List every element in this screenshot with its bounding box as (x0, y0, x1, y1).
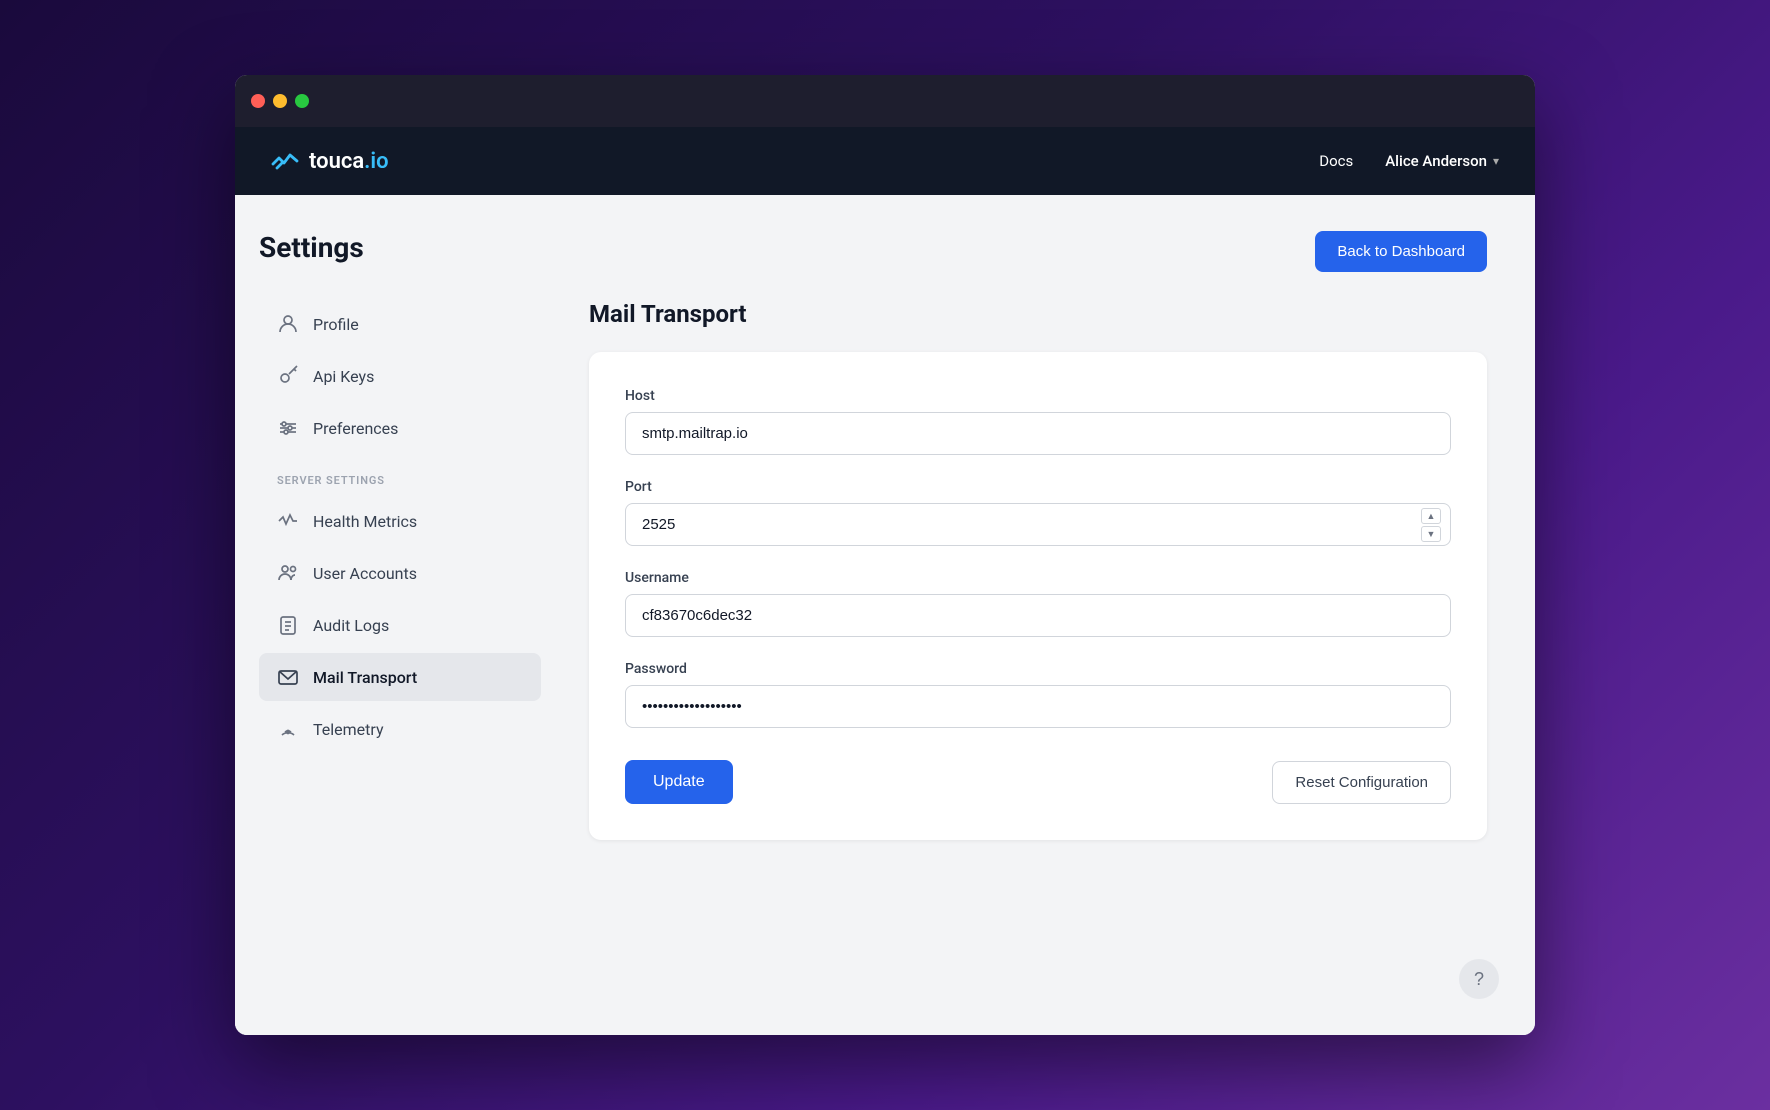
titlebar (235, 75, 1535, 127)
content-header: Back to Dashboard (589, 231, 1487, 272)
password-group: Password (625, 661, 1451, 728)
profile-icon (277, 313, 299, 335)
sidebar-item-health[interactable]: Health Metrics (259, 497, 541, 545)
sidebar-item-preferences[interactable]: Preferences (259, 404, 541, 452)
back-to-dashboard-button[interactable]: Back to Dashboard (1315, 231, 1487, 272)
port-wrapper: ▲ ▼ (625, 503, 1451, 546)
mail-icon (277, 666, 299, 688)
port-increment-button[interactable]: ▲ (1421, 508, 1441, 524)
health-icon (277, 510, 299, 532)
server-settings-label: SERVER SETTINGS (259, 456, 541, 493)
username-label: Username (625, 570, 1451, 586)
logo-text: touca.io (309, 149, 389, 174)
host-input[interactable] (625, 412, 1451, 455)
host-group: Host (625, 388, 1451, 455)
main-content: Settings Profile (235, 195, 1535, 1035)
help-button[interactable]: ? (1459, 959, 1499, 999)
sidebar-item-auditlogs-label: Audit Logs (313, 616, 389, 635)
port-spinners: ▲ ▼ (1421, 508, 1441, 542)
audit-icon (277, 614, 299, 636)
sidebar-item-telemetry[interactable]: Telemetry (259, 705, 541, 753)
sidebar: Settings Profile (235, 195, 565, 1035)
navbar: touca.io Docs Alice Anderson ▾ (235, 127, 1535, 195)
preferences-icon (277, 417, 299, 439)
close-button[interactable] (251, 94, 265, 108)
navbar-right: Docs Alice Anderson ▾ (1319, 152, 1499, 170)
username-group: Username (625, 570, 1451, 637)
sidebar-nav: Profile Api Keys (259, 300, 541, 753)
user-accounts-icon (277, 562, 299, 584)
port-label: Port (625, 479, 1451, 495)
logo-icon (271, 150, 299, 172)
content-wrapper: Back to Dashboard Mail Transport Host Po… (565, 195, 1535, 1035)
form-card: Host Port ▲ ▼ (589, 352, 1487, 840)
port-input[interactable] (625, 503, 1451, 546)
user-name: Alice Anderson (1385, 152, 1487, 170)
api-keys-icon (277, 365, 299, 387)
form-actions: Update Reset Configuration (625, 760, 1451, 804)
traffic-lights (251, 94, 309, 108)
sidebar-item-mailtransport[interactable]: Mail Transport (259, 653, 541, 701)
minimize-button[interactable] (273, 94, 287, 108)
sidebar-item-useraccounts[interactable]: User Accounts (259, 549, 541, 597)
logo[interactable]: touca.io (271, 149, 389, 174)
username-input[interactable] (625, 594, 1451, 637)
port-group: Port ▲ ▼ (625, 479, 1451, 546)
sidebar-item-apikeys-label: Api Keys (313, 367, 374, 386)
update-button[interactable]: Update (625, 760, 733, 804)
fullscreen-button[interactable] (295, 94, 309, 108)
port-decrement-button[interactable]: ▼ (1421, 526, 1441, 542)
sidebar-item-profile-label: Profile (313, 315, 359, 334)
page-title: Settings (259, 231, 541, 264)
window: touca.io Docs Alice Anderson ▾ Settings (235, 75, 1535, 1035)
telemetry-icon (277, 718, 299, 740)
content-area: Back to Dashboard Mail Transport Host Po… (565, 195, 1535, 1035)
sidebar-item-health-label: Health Metrics (313, 512, 417, 531)
password-label: Password (625, 661, 1451, 677)
sidebar-item-apikeys[interactable]: Api Keys (259, 352, 541, 400)
sidebar-item-profile[interactable]: Profile (259, 300, 541, 348)
sidebar-item-telemetry-label: Telemetry (313, 720, 384, 739)
section-title: Mail Transport (589, 300, 1487, 328)
sidebar-item-auditlogs[interactable]: Audit Logs (259, 601, 541, 649)
reset-configuration-button[interactable]: Reset Configuration (1272, 761, 1451, 804)
password-input[interactable] (625, 685, 1451, 728)
sidebar-item-mailtransport-label: Mail Transport (313, 668, 417, 687)
chevron-down-icon: ▾ (1493, 154, 1499, 168)
host-label: Host (625, 388, 1451, 404)
docs-link[interactable]: Docs (1319, 152, 1353, 170)
sidebar-item-useraccounts-label: User Accounts (313, 564, 417, 583)
sidebar-item-preferences-label: Preferences (313, 419, 398, 438)
user-menu[interactable]: Alice Anderson ▾ (1385, 152, 1499, 170)
